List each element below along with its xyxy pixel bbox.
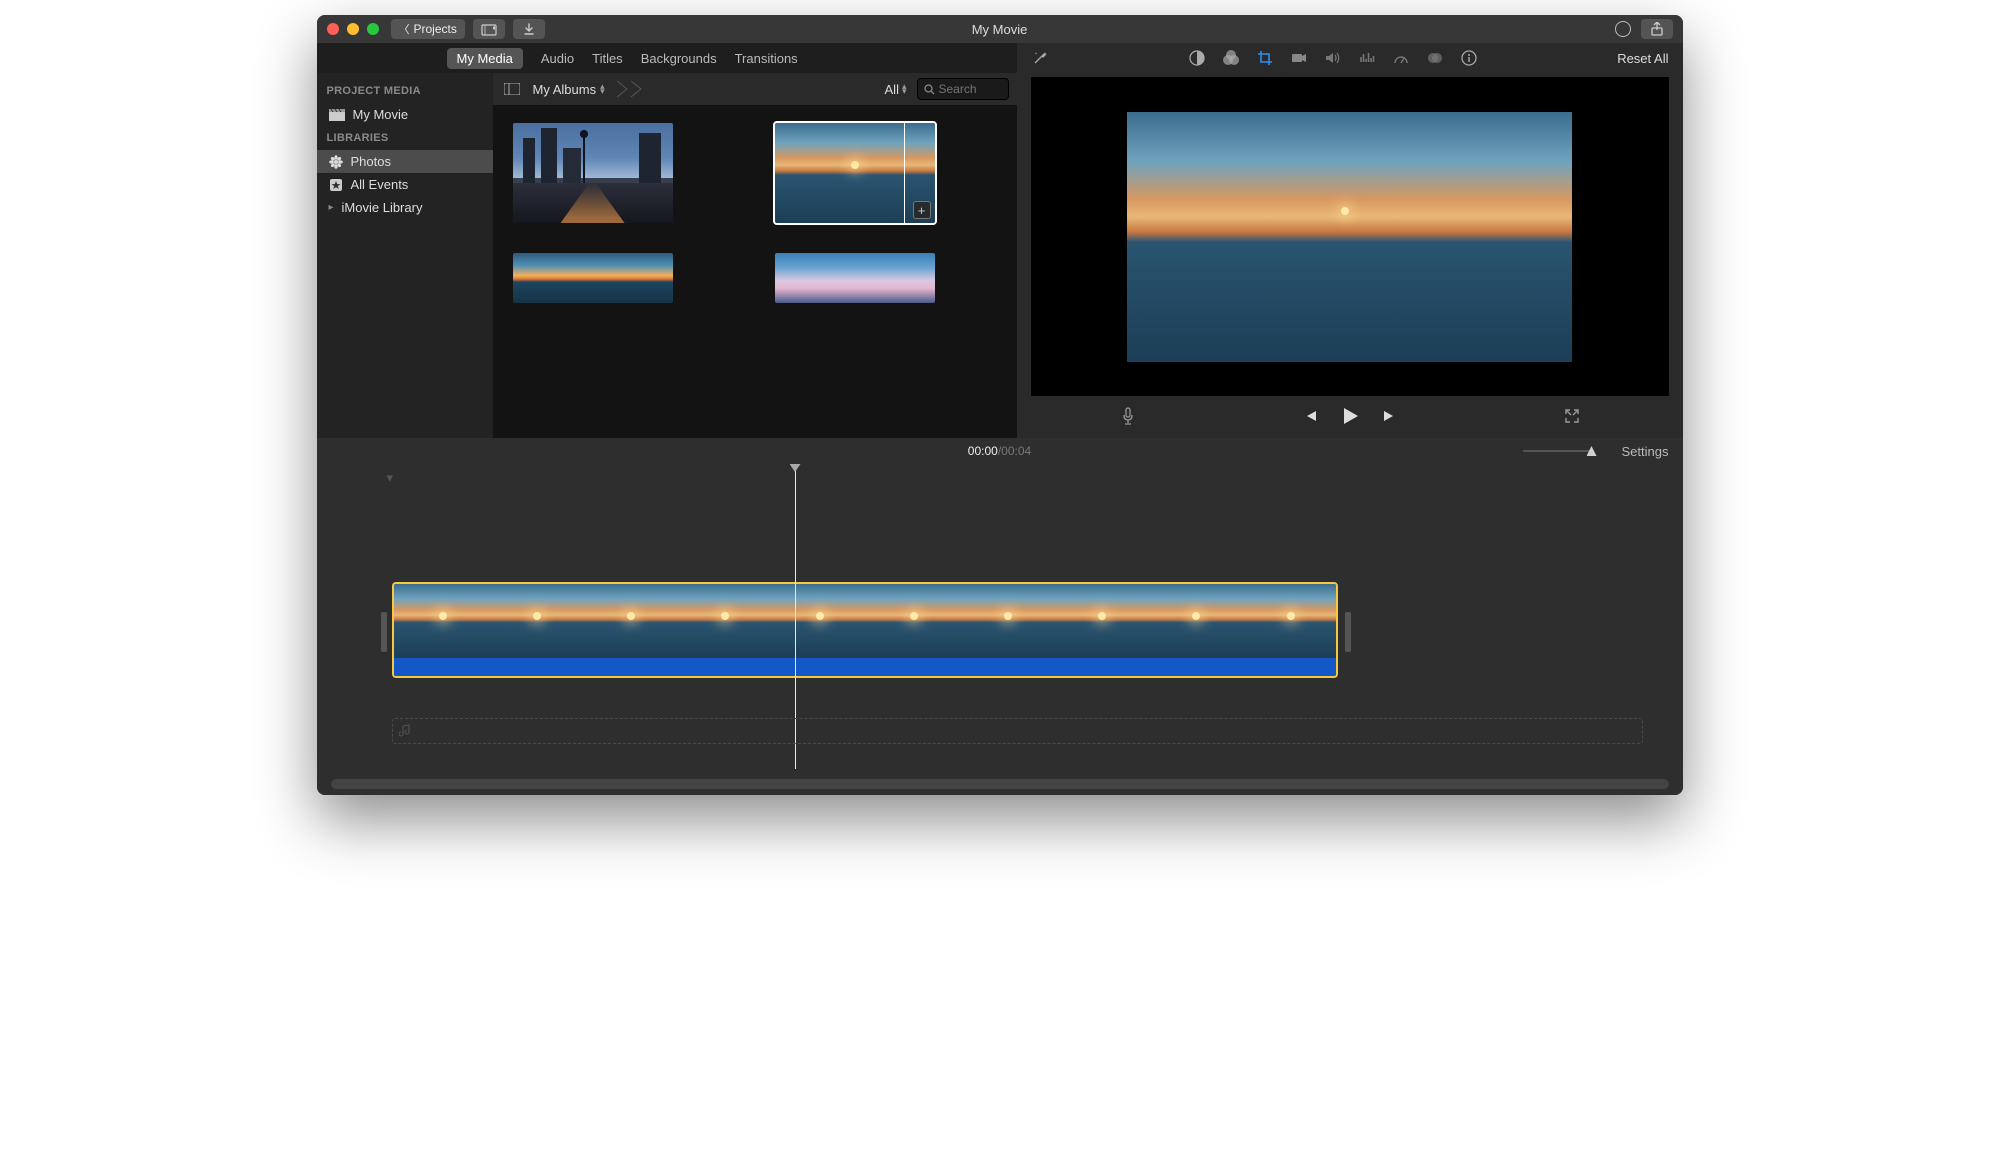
sidebar-heading-libraries: LIBRARIES <box>317 126 493 150</box>
projects-back-label: Projects <box>414 22 457 36</box>
sidebar-item-label: All Events <box>351 177 409 192</box>
media-thumbnail[interactable] <box>775 253 935 303</box>
window-title: My Movie <box>972 22 1028 37</box>
tab-backgrounds[interactable]: Backgrounds <box>641 51 717 66</box>
sidebar-item-my-movie[interactable]: My Movie <box>317 103 493 126</box>
close-window-button[interactable] <box>327 23 339 35</box>
media-thumbnail-selected[interactable]: + <box>775 123 935 223</box>
preview-image <box>1127 112 1572 362</box>
timeline-settings-button[interactable]: Settings <box>1622 444 1669 459</box>
timeline-scrollbar[interactable] <box>331 779 1669 789</box>
prev-frame-button[interactable] <box>1302 408 1318 427</box>
media-tabs: My Media Audio Titles Backgrounds Transi… <box>317 43 1017 73</box>
timeline-header: 00:00 / 00:04 Settings <box>317 438 1683 464</box>
browser-toolbar: My Albums ▴▾ All ▴▾ <box>493 73 1017 105</box>
viewer-toolbar: Reset All <box>1017 43 1683 73</box>
timeline-duration: 00:04 <box>1001 444 1031 458</box>
tab-my-media[interactable]: My Media <box>447 48 523 69</box>
sidebar-item-imovie-library[interactable]: ▸ iMovie Library <box>317 196 493 219</box>
chevron-left-icon: 〈 <box>399 21 410 37</box>
ruler-mark-icon: ▾ <box>387 470 394 486</box>
download-button[interactable] <box>513 19 545 39</box>
imovie-window: 〈 Projects My Movie My Media Audio Title… <box>317 15 1683 795</box>
album-selector[interactable]: My Albums ▴▾ <box>533 82 605 97</box>
minimize-window-button[interactable] <box>347 23 359 35</box>
up-down-chevron-icon: ▴▾ <box>902 84 907 94</box>
voiceover-button[interactable] <box>1121 407 1135 428</box>
timeline[interactable]: ▾ <box>317 464 1683 795</box>
search-input[interactable] <box>939 82 997 96</box>
sidebar: PROJECT MEDIA My Movie LIBRARIES Photos … <box>317 73 493 438</box>
sidebar-item-label: Photos <box>351 154 391 169</box>
titlebar: 〈 Projects My Movie <box>317 15 1683 43</box>
tab-audio[interactable]: Audio <box>541 51 574 66</box>
color-correction-button[interactable] <box>1222 50 1240 66</box>
timeline-clip[interactable] <box>392 582 1338 678</box>
skimmer-line <box>904 123 905 223</box>
enhance-button[interactable] <box>1031 50 1049 66</box>
media-panel: My Media Audio Titles Backgrounds Transi… <box>317 43 1017 438</box>
breadcrumb-separator-icon <box>615 79 645 99</box>
sidebar-item-label: My Movie <box>353 107 409 122</box>
stabilization-button[interactable] <box>1290 51 1308 65</box>
clip-audio-waveform <box>394 658 1336 676</box>
fullscreen-button[interactable] <box>1565 409 1579 426</box>
zoom-slider[interactable] <box>1523 450 1593 452</box>
playback-controls <box>1017 396 1683 438</box>
sidebar-item-photos[interactable]: Photos <box>317 150 493 173</box>
sidebar-item-label: iMovie Library <box>342 200 423 215</box>
disclosure-triangle-icon: ▸ <box>329 202 334 213</box>
top-panel: My Media Audio Titles Backgrounds Transi… <box>317 43 1683 438</box>
share-button[interactable] <box>1641 19 1673 39</box>
play-button[interactable] <box>1340 406 1360 429</box>
clip-trim-handle-left[interactable] <box>381 612 387 652</box>
activity-indicator <box>1615 21 1631 37</box>
next-frame-button[interactable] <box>1382 408 1398 427</box>
sidebar-heading-project-media: PROJECT MEDIA <box>317 79 493 103</box>
reset-all-button[interactable]: Reset All <box>1617 51 1668 66</box>
viewer-canvas[interactable] <box>1031 77 1669 396</box>
up-down-chevron-icon: ▴▾ <box>600 84 605 94</box>
sidebar-item-all-events[interactable]: All Events <box>317 173 493 196</box>
media-grid: + <box>493 105 1017 438</box>
projects-back-button[interactable]: 〈 Projects <box>391 19 465 39</box>
viewer-panel: Reset All <box>1017 43 1683 438</box>
clip-filter-button[interactable] <box>1426 51 1444 65</box>
clip-trim-handle-right[interactable] <box>1345 612 1351 652</box>
tab-titles[interactable]: Titles <box>592 51 623 66</box>
add-to-timeline-button[interactable]: + <box>913 201 931 219</box>
clip-filmstrip <box>394 584 1336 658</box>
audio-track-well[interactable] <box>392 718 1643 744</box>
volume-button[interactable] <box>1324 51 1342 65</box>
tab-transitions[interactable]: Transitions <box>735 51 798 66</box>
color-balance-button[interactable] <box>1188 50 1206 66</box>
window-controls <box>327 23 379 35</box>
search-field[interactable] <box>917 78 1009 100</box>
media-thumbnail[interactable] <box>513 253 673 303</box>
toggle-sidebar-button[interactable] <box>501 78 523 100</box>
clapperboard-icon <box>329 109 345 121</box>
flower-icon <box>329 155 343 169</box>
filter-selector[interactable]: All ▴▾ <box>885 82 907 97</box>
music-note-icon <box>399 724 411 738</box>
fullscreen-window-button[interactable] <box>367 23 379 35</box>
star-icon <box>329 178 343 192</box>
album-label: My Albums <box>533 82 597 97</box>
info-button[interactable] <box>1460 50 1478 66</box>
crop-button[interactable] <box>1256 50 1274 66</box>
search-icon <box>924 84 935 95</box>
speed-button[interactable] <box>1392 51 1410 65</box>
noise-reduction-button[interactable] <box>1358 51 1376 65</box>
timeline-current-time: 00:00 <box>968 444 998 458</box>
media-thumbnail[interactable] <box>513 123 673 223</box>
import-media-button[interactable] <box>473 19 505 39</box>
media-browser: My Albums ▴▾ All ▴▾ <box>493 73 1017 438</box>
filter-label: All <box>885 82 899 97</box>
